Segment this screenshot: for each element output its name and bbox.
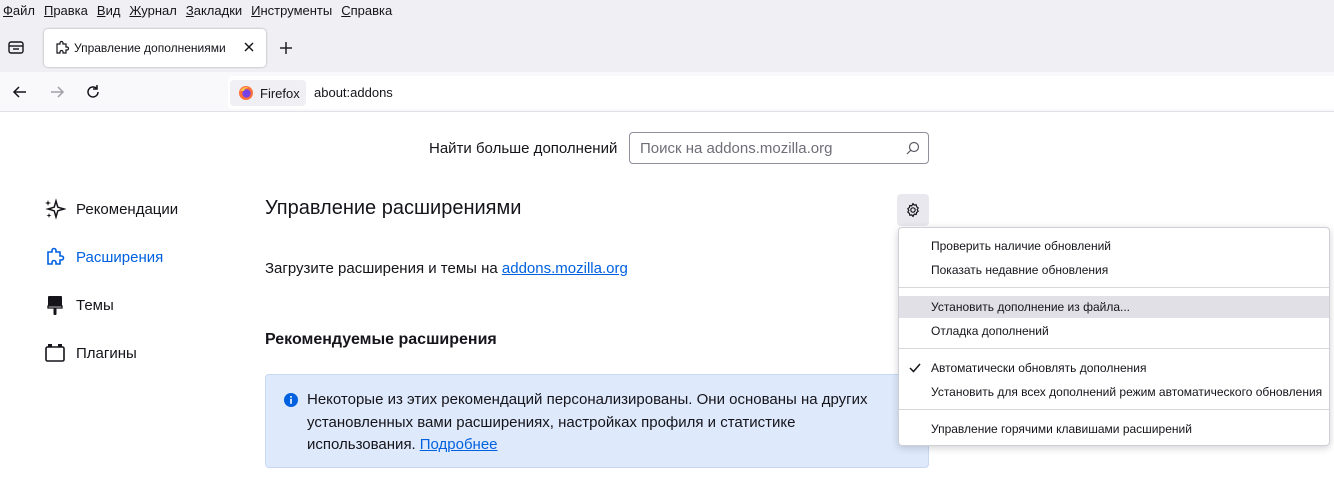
find-more-label: Найти больше дополнений bbox=[429, 140, 618, 157]
sidebar-item-plugins[interactable]: Плагины bbox=[44, 341, 137, 365]
sidebar-item-label: Плагины bbox=[76, 344, 137, 362]
get-addons-text: Загрузите расширения и темы на addons.mo… bbox=[265, 260, 628, 277]
amo-link[interactable]: addons.mozilla.org bbox=[502, 260, 628, 277]
sidebar-item-themes[interactable]: Темы bbox=[44, 293, 114, 317]
puzzle-icon bbox=[56, 40, 70, 54]
menu-separator bbox=[899, 287, 1329, 288]
menu-bar: Файл Правка Вид Журнал Закладки Инструме… bbox=[0, 0, 1334, 20]
close-tab-icon[interactable] bbox=[241, 39, 257, 55]
menu-tools[interactable]: Инструменты bbox=[251, 3, 332, 18]
menu-item-debug-addons[interactable]: Отладка дополнений bbox=[899, 320, 1329, 342]
addons-search-input[interactable]: Поиск на addons.mozilla.org bbox=[629, 132, 929, 164]
recommended-heading: Рекомендуемые расширения bbox=[265, 331, 497, 348]
menu-item-check-updates[interactable]: Проверить наличие обновлений bbox=[899, 235, 1329, 257]
firefox-logo-icon bbox=[239, 86, 253, 100]
new-tab-icon[interactable] bbox=[278, 40, 294, 56]
menu-separator bbox=[899, 409, 1329, 410]
tab-list-icon[interactable] bbox=[6, 37, 26, 57]
tab-title: Управление дополнениями bbox=[74, 41, 226, 55]
info-message-text: Некоторые из этих рекомендаций персонали… bbox=[307, 391, 868, 453]
brush-icon bbox=[47, 296, 63, 315]
sidebar-item-extensions[interactable]: Расширения bbox=[44, 245, 163, 269]
learn-more-link[interactable]: Подробнее bbox=[420, 436, 498, 453]
menu-item-auto-update[interactable]: Автоматически обновлять дополнения bbox=[899, 357, 1329, 379]
forward-icon[interactable] bbox=[48, 83, 66, 101]
menu-help[interactable]: Справка bbox=[341, 3, 392, 18]
menu-separator bbox=[899, 348, 1329, 349]
tab-strip: Управление дополнениями bbox=[0, 20, 1334, 72]
sidebar-item-label: Рекомендации bbox=[76, 200, 179, 218]
sidebar-item-recommendations[interactable]: Рекомендации bbox=[44, 197, 178, 221]
identity-box[interactable]: Firefox bbox=[230, 80, 306, 106]
menu-item-manage-shortcuts[interactable]: Управление горячими клавишами расширений bbox=[899, 418, 1329, 440]
menu-item-install-from-file[interactable]: Установить дополнение из файла... bbox=[899, 296, 1329, 318]
url-bar[interactable]: Firefox about:addons bbox=[228, 76, 1334, 109]
addons-options-button[interactable] bbox=[897, 194, 929, 226]
menu-file[interactable]: Файл bbox=[3, 3, 35, 18]
url-text[interactable]: about:addons bbox=[314, 85, 393, 100]
menu-view[interactable]: Вид bbox=[97, 3, 121, 18]
search-icon bbox=[906, 141, 920, 155]
identity-label: Firefox bbox=[260, 86, 300, 101]
sparkle-icon bbox=[45, 198, 66, 220]
info-message-bar: Некоторые из этих рекомендаций персонали… bbox=[265, 374, 929, 468]
addons-options-menu: Проверить наличие обновлений Показать не… bbox=[898, 227, 1330, 446]
menu-item-reset-auto-update[interactable]: Установить для всех дополнений режим авт… bbox=[899, 381, 1329, 403]
info-icon bbox=[284, 393, 298, 407]
back-icon[interactable] bbox=[11, 83, 29, 101]
navigation-bar: Firefox about:addons bbox=[0, 72, 1334, 112]
checkmark-icon bbox=[909, 363, 921, 373]
plugin-icon bbox=[45, 344, 65, 362]
tab-addons[interactable]: Управление дополнениями bbox=[44, 29, 266, 67]
menu-edit[interactable]: Правка bbox=[44, 3, 88, 18]
puzzle-icon bbox=[47, 247, 65, 265]
page-title: Управление расширениями bbox=[265, 197, 522, 219]
search-placeholder: Поиск на addons.mozilla.org bbox=[640, 140, 833, 157]
reload-icon[interactable] bbox=[84, 83, 102, 101]
sidebar-item-label: Темы bbox=[76, 296, 114, 314]
gear-icon bbox=[907, 202, 919, 218]
sidebar-item-label: Расширения bbox=[76, 248, 164, 266]
menu-history[interactable]: Журнал bbox=[129, 3, 176, 18]
menu-bookmarks[interactable]: Закладки bbox=[186, 3, 242, 18]
menu-item-recent-updates[interactable]: Показать недавние обновления bbox=[899, 259, 1329, 281]
